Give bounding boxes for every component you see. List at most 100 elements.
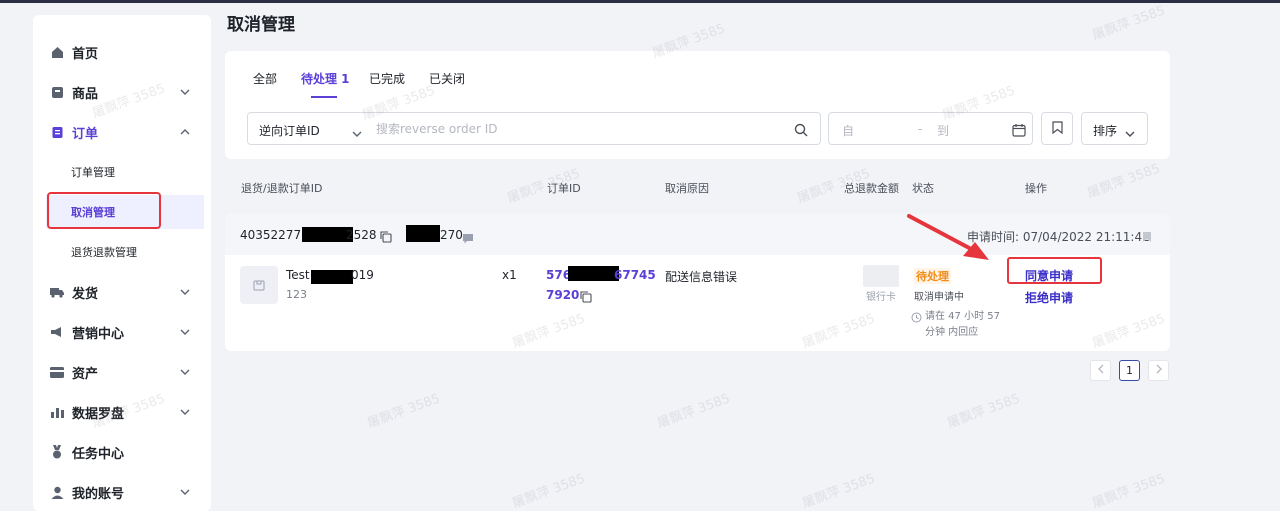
pagination-next-button[interactable] (1148, 360, 1169, 381)
date-range-picker[interactable]: 自 - 到 (828, 112, 1033, 145)
chevron-down-icon (180, 327, 190, 337)
chart-icon (50, 405, 64, 419)
flag-icon[interactable] (1142, 228, 1152, 247)
truck-icon (50, 285, 64, 299)
product-name-prefix: Test (286, 268, 310, 282)
reverse-order-id-prefix: 40352277 (240, 228, 302, 242)
status-detail: 取消申请中 (914, 292, 964, 303)
column-header-status: 状态 (912, 182, 934, 195)
sidebar-item-label: 首页 (72, 46, 99, 62)
sort-button[interactable]: 排序 (1081, 112, 1148, 145)
sidebar-subitem-return-refund[interactable]: 退货退款管理 (46, 235, 204, 269)
order-id-link-line2[interactable]: 7920 (546, 288, 579, 302)
cancel-reason: 配送信息错误 (665, 270, 738, 284)
sidebar-item-label: 订单 (72, 126, 99, 142)
tab-completed[interactable]: 已完成 (369, 70, 405, 87)
copy-icon[interactable] (380, 228, 392, 247)
chevron-down-icon (1125, 124, 1135, 137)
tab-closed[interactable]: 已关闭 (429, 70, 465, 87)
home-icon (50, 45, 64, 59)
clock-icon (911, 308, 922, 327)
chevron-down-icon (180, 367, 190, 377)
calendar-icon[interactable] (1012, 122, 1026, 137)
search-input[interactable] (376, 118, 776, 140)
watermark: 屠飘萍 3585 (1085, 161, 1163, 202)
search-type-select[interactable]: 逆向订单ID (259, 122, 320, 139)
sidebar-item-label: 发货 (72, 286, 99, 302)
watermark: 屠飘萍 3585 (365, 391, 443, 432)
chevron-up-icon (180, 127, 190, 137)
watermark: 屠飘萍 3585 (510, 471, 588, 511)
sidebar-item-data-compass[interactable]: 数据罗盘 (33, 396, 211, 428)
sidebar-subitem-order-management[interactable]: 订单管理 (46, 155, 204, 189)
chevron-down-icon (180, 87, 190, 97)
sidebar: 首页 商品 订单 订单管理 取消管理 退货退款管理 发货 营销中心 资产 数据罗… (33, 15, 211, 511)
order-id-link-suffix[interactable]: 67745 (614, 268, 656, 282)
sidebar-item-my-account[interactable]: 我的账号 (33, 476, 211, 508)
chevron-down-icon (180, 287, 190, 297)
sidebar-subitem-label: 退货退款管理 (71, 246, 137, 259)
sidebar-item-marketing[interactable]: 营销中心 (33, 316, 211, 348)
bookmark-button[interactable] (1041, 112, 1073, 145)
date-to[interactable]: 到 (937, 122, 949, 139)
sidebar-item-task-center[interactable]: 任务中心 (33, 436, 211, 468)
pagination-prev-button[interactable] (1090, 360, 1111, 381)
column-header-cancel-reason: 取消原因 (665, 182, 709, 195)
redacted-block (568, 266, 619, 281)
sidebar-item-assets[interactable]: 资产 (33, 356, 211, 388)
medal-icon (50, 445, 64, 459)
sidebar-item-label: 任务中心 (72, 446, 125, 462)
tab-pending[interactable]: 待处理 1 (301, 70, 350, 87)
sidebar-item-label: 商品 (72, 86, 99, 102)
sidebar-item-orders[interactable]: 订单 (33, 116, 211, 148)
watermark: 屠飘萍 3585 (655, 391, 733, 432)
sidebar-item-label: 数据罗盘 (72, 406, 125, 422)
product-thumbnail (240, 266, 278, 304)
sidebar-subitem-label: 订单管理 (71, 166, 115, 179)
sidebar-item-shipping[interactable]: 发货 (33, 276, 211, 308)
highlight-box-cancel-management (47, 192, 161, 229)
approve-request-link[interactable]: 同意申请 (1025, 267, 1073, 284)
pagination-page-1[interactable]: 1 (1119, 360, 1140, 381)
product-icon (50, 85, 64, 99)
chevron-down-icon[interactable] (352, 124, 362, 137)
chevron-down-icon (180, 407, 190, 417)
message-icon[interactable] (462, 229, 474, 248)
card-icon (50, 365, 64, 379)
product-sku: 123 (286, 288, 307, 301)
watermark: 屠飘萍 3585 (945, 391, 1023, 432)
image-placeholder-icon (253, 276, 265, 295)
watermark: 屠飘萍 3585 (1090, 3, 1168, 44)
sidebar-item-label: 资产 (72, 366, 99, 382)
active-tab-indicator (311, 96, 337, 98)
bookmark-icon (1051, 119, 1063, 138)
order-row: 40352277 2528 270 申请时间: 07/04/2022 21:11… (225, 214, 1170, 351)
megaphone-icon (50, 325, 64, 339)
product-name-suffix: 019 (351, 268, 374, 282)
status-badge: 待处理 (914, 268, 951, 284)
top-bar (0, 0, 1280, 3)
column-header-reverse-id: 退货/退款订单ID (241, 182, 323, 195)
order-icon (50, 125, 64, 139)
chevron-right-icon (1155, 364, 1163, 377)
sidebar-item-home[interactable]: 首页 (33, 36, 211, 68)
payment-method: 银行卡 (866, 292, 896, 303)
secondary-id-suffix: 270 (440, 228, 463, 242)
date-separator: - (918, 122, 923, 136)
chevron-down-icon (180, 487, 190, 497)
column-header-total-refund: 总退款金额 (844, 182, 899, 195)
sidebar-item-products[interactable]: 商品 (33, 76, 211, 108)
search-icon[interactable] (794, 122, 808, 137)
respond-deadline-line1: 请在 47 小时 57 (925, 311, 1000, 322)
tab-all[interactable]: 全部 (253, 70, 277, 87)
redacted-block (311, 270, 353, 284)
refund-amount-blurred (863, 265, 899, 287)
chevron-left-icon (1097, 364, 1105, 377)
column-header-order-id: 订单ID (547, 182, 581, 195)
date-from[interactable]: 自 (842, 122, 854, 139)
watermark: 屠飘萍 3585 (1090, 471, 1168, 511)
search-box: 逆向订单ID (247, 112, 821, 145)
reject-request-link[interactable]: 拒绝申请 (1025, 289, 1073, 306)
page-title: 取消管理 (227, 15, 295, 35)
copy-icon[interactable] (580, 288, 592, 307)
